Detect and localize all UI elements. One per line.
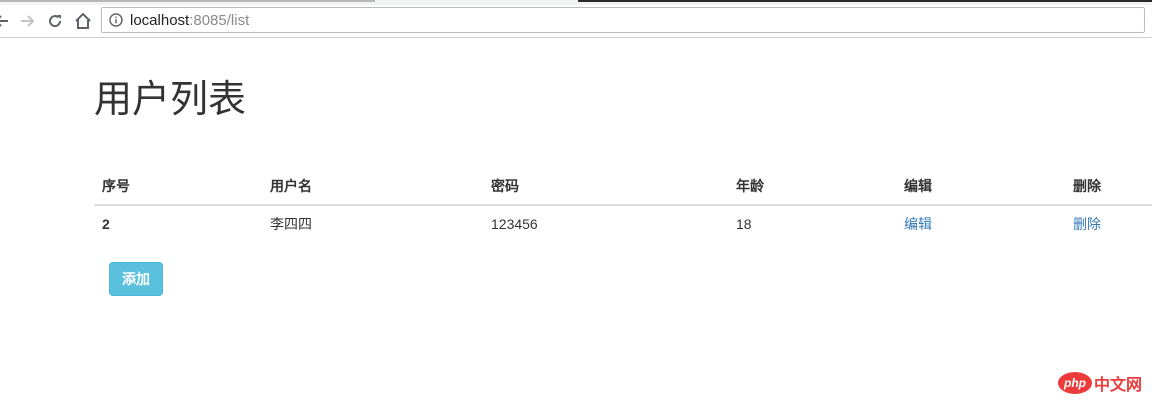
cell-edit: 编辑 [896, 205, 1065, 242]
add-button[interactable]: 添加 [109, 262, 163, 296]
browser-toolbar: localhost:8085/list [0, 5, 1152, 38]
watermark: php 中文网 [1058, 371, 1142, 395]
php-logo-icon: php [1058, 372, 1092, 394]
column-header-id: 序号 [94, 168, 262, 206]
column-header-age: 年龄 [728, 168, 896, 206]
info-icon[interactable] [109, 13, 123, 27]
reload-icon[interactable] [43, 9, 67, 33]
back-icon[interactable] [0, 9, 14, 33]
page-title: 用户列表 [94, 79, 247, 121]
column-header-edit: 编辑 [896, 168, 1065, 206]
address-bar[interactable]: localhost:8085/list [101, 7, 1145, 33]
cell-username: 李四四 [270, 216, 312, 232]
column-header-delete: 删除 [1065, 168, 1152, 206]
home-icon[interactable] [71, 9, 95, 33]
tab-active[interactable] [578, 0, 1152, 2]
column-header-username: 用户名 [262, 168, 483, 206]
url-host: localhost [130, 12, 190, 29]
table-header-row: 序号 用户名 密码 年龄 编辑 删除 [94, 168, 1152, 206]
cell-age: 18 [736, 216, 752, 232]
user-table: 序号 用户名 密码 年龄 编辑 删除 2 李四四 123456 18 编辑 删除 [94, 168, 1152, 242]
cell-id: 2 [102, 216, 110, 232]
forward-icon[interactable] [15, 9, 39, 33]
edit-link[interactable]: 编辑 [904, 216, 932, 232]
url-text: localhost:8085/list [130, 12, 249, 29]
table-row: 2 李四四 123456 18 编辑 删除 [94, 205, 1152, 242]
column-header-password: 密码 [483, 168, 728, 206]
watermark-text: 中文网 [1094, 377, 1143, 394]
tab-inactive[interactable] [0, 0, 375, 2]
url-path: :8085/list [189, 12, 250, 29]
cell-password: 123456 [491, 216, 538, 232]
cell-delete: 删除 [1065, 205, 1152, 242]
delete-link[interactable]: 删除 [1073, 216, 1101, 232]
